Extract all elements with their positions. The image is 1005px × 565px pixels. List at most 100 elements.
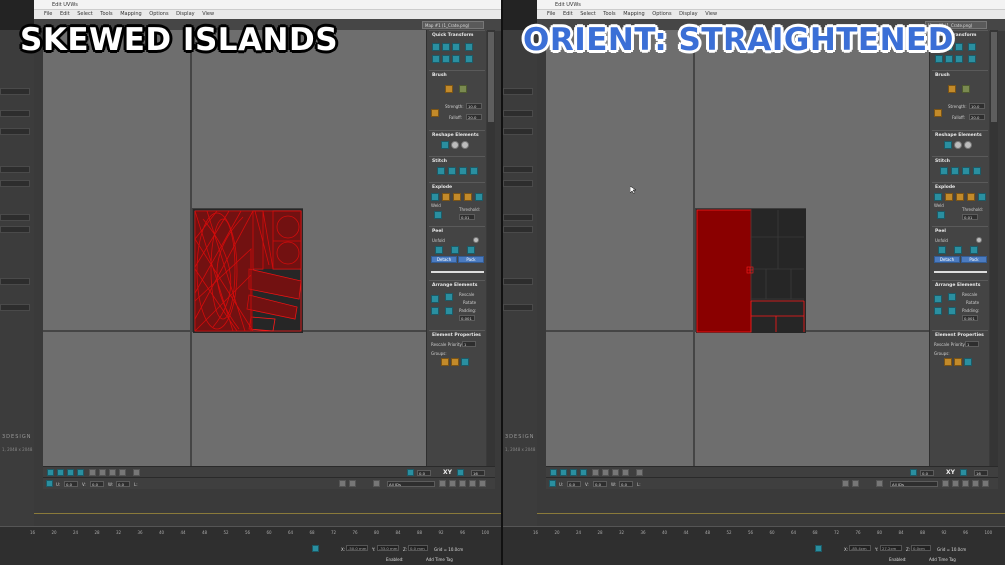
align-icon[interactable] — [442, 43, 450, 51]
flatten-icon[interactable] — [475, 193, 483, 201]
lock-icon[interactable] — [842, 480, 849, 487]
flatten-icon[interactable] — [442, 193, 450, 201]
ring-icon[interactable] — [119, 469, 126, 476]
host-field[interactable] — [0, 214, 30, 221]
straighten-icon[interactable] — [944, 141, 952, 149]
host-field[interactable] — [503, 88, 533, 95]
selection-lock-icon[interactable] — [815, 545, 822, 552]
xy-toggle[interactable]: XY — [443, 469, 452, 476]
rescale-checkbox[interactable]: Rescale — [459, 292, 474, 297]
pinch-brush-icon[interactable] — [934, 109, 942, 117]
distribute-icon[interactable] — [442, 55, 450, 63]
relax-icon[interactable] — [964, 141, 972, 149]
pinch-brush-icon[interactable] — [431, 109, 439, 117]
value-a-field[interactable]: 0.0 — [417, 470, 431, 476]
xy-toggle[interactable]: XY — [946, 469, 955, 476]
pack-icon[interactable] — [948, 307, 956, 315]
stitch-icon[interactable] — [973, 167, 981, 175]
stitch-icon[interactable] — [962, 167, 970, 175]
flatten-icon[interactable] — [453, 193, 461, 201]
scale-icon[interactable] — [465, 55, 473, 63]
loop-icon[interactable] — [612, 469, 619, 476]
pack-icon[interactable] — [431, 307, 439, 315]
v-field[interactable]: 0.0 — [90, 481, 104, 487]
zoom-region-icon[interactable] — [962, 480, 969, 487]
y-coord-field[interactable]: -33.0 mm — [377, 545, 399, 551]
host-field[interactable] — [0, 110, 30, 117]
w-field[interactable]: 0.0 — [619, 481, 633, 487]
zoom-icon[interactable] — [952, 480, 959, 487]
flatten-icon[interactable] — [978, 193, 986, 201]
id-filter-select[interactable]: All IDs — [387, 481, 435, 487]
flatten-icon[interactable] — [945, 193, 953, 201]
falloff-field[interactable]: 20.0 — [466, 114, 482, 120]
detach-button[interactable]: Detach — [934, 256, 960, 263]
menu-view[interactable]: View — [705, 11, 717, 17]
x-coord-field[interactable]: -50.0 mm — [346, 545, 368, 551]
shrink-icon[interactable] — [602, 469, 609, 476]
uv-viewport[interactable] — [43, 30, 426, 466]
reset-view-icon[interactable] — [982, 480, 989, 487]
rescale-priority-field[interactable]: 1 — [965, 341, 979, 347]
break-icon[interactable] — [934, 193, 942, 201]
ring-icon[interactable] — [622, 469, 629, 476]
peel-icon[interactable] — [954, 246, 962, 254]
timeline[interactable]: 16 20 24 28 32 36 40 44 48 52 56 60 64 68 72 76 80 84 88 92… — [503, 526, 1005, 540]
peel-icon[interactable] — [467, 246, 475, 254]
weld-icon[interactable] — [434, 211, 442, 219]
menu-tools[interactable]: Tools — [100, 11, 112, 17]
polygon-mode-icon[interactable] — [67, 469, 74, 476]
add-time-tag[interactable]: Add Time Tag — [929, 557, 956, 562]
relax-icon[interactable] — [461, 141, 469, 149]
menu-select[interactable]: Select — [580, 11, 595, 17]
pack-icon[interactable] — [934, 307, 942, 315]
element-mode-icon[interactable] — [580, 469, 587, 476]
paint-brush-icon[interactable] — [445, 85, 453, 93]
map-select[interactable]: Map #1 (1_Crate.png) — [422, 21, 484, 29]
falloff-field[interactable]: 20.0 — [969, 114, 985, 120]
select-group-icon[interactable] — [461, 358, 469, 366]
peel-icon[interactable] — [938, 246, 946, 254]
paint-brush-icon[interactable] — [948, 85, 956, 93]
flatten-icon[interactable] — [956, 193, 964, 201]
host-field[interactable] — [503, 180, 533, 187]
pan-icon[interactable] — [942, 480, 949, 487]
polygon-mode-icon[interactable] — [570, 469, 577, 476]
host-field[interactable] — [503, 226, 533, 233]
rotate-icon[interactable] — [465, 43, 473, 51]
timeline[interactable]: 16 20 24 28 32 36 40 44 48 52 56 60 64 68 72 76 80 84 88 92… — [0, 526, 502, 540]
zoom-icon[interactable] — [449, 480, 456, 487]
z-coord-field[interactable]: 0.0cm — [911, 545, 931, 551]
vertex-mode-icon[interactable] — [47, 469, 54, 476]
peel-option-icon[interactable] — [473, 237, 479, 243]
menu-edit[interactable]: Edit — [563, 11, 573, 17]
threshold-field[interactable]: 0.01 — [459, 214, 475, 220]
uv-icon[interactable] — [457, 469, 464, 476]
rotate-checkbox[interactable]: Rotate — [463, 300, 476, 305]
grow-icon[interactable] — [89, 469, 96, 476]
uv-tile[interactable] — [192, 208, 303, 333]
relax-brush-icon[interactable] — [962, 85, 970, 93]
host-field[interactable] — [503, 128, 533, 135]
menu-display[interactable]: Display — [679, 11, 697, 17]
group-icon[interactable] — [944, 358, 952, 366]
value-b-field[interactable]: 16 — [471, 470, 485, 476]
flatten-icon[interactable] — [967, 193, 975, 201]
w-field[interactable]: 0.0 — [116, 481, 130, 487]
grow-icon[interactable] — [592, 469, 599, 476]
hide-icon[interactable] — [349, 480, 356, 487]
distribute-icon[interactable] — [452, 55, 460, 63]
strength-field[interactable]: 10.0 — [969, 103, 985, 109]
stitch-icon[interactable] — [951, 167, 959, 175]
uv-viewport[interactable] — [546, 30, 929, 466]
detach-button[interactable]: Detach — [431, 256, 457, 263]
host-field[interactable] — [503, 278, 533, 285]
padding-field[interactable]: 0.001 — [962, 315, 978, 321]
id-filter-select[interactable]: All IDs — [890, 481, 938, 487]
rescale-checkbox[interactable]: Rescale — [962, 292, 977, 297]
pack-icon[interactable] — [431, 295, 439, 303]
host-field[interactable] — [0, 226, 30, 233]
flatten-icon[interactable] — [464, 193, 472, 201]
host-field[interactable] — [0, 128, 30, 135]
straighten-icon[interactable] — [441, 141, 449, 149]
